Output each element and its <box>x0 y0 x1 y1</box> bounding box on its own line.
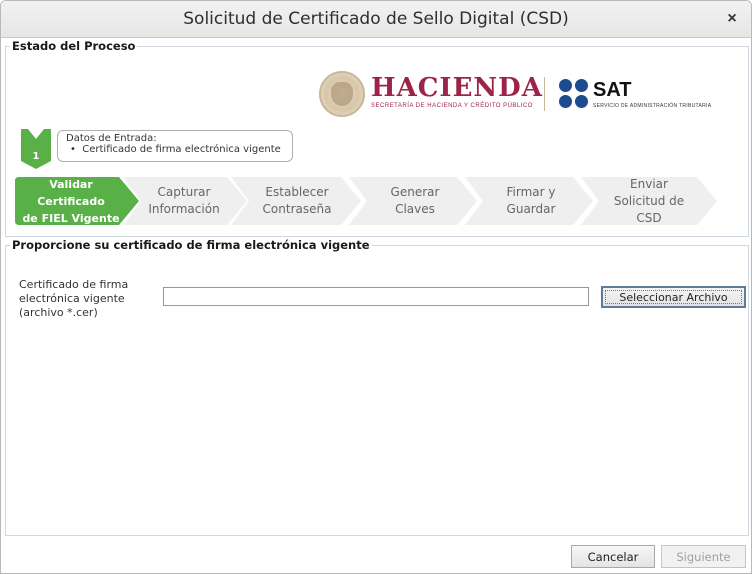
cancel-button[interactable]: Cancelar <box>571 545 655 568</box>
select-file-label: Seleccionar Archivo <box>619 290 728 304</box>
input-data-callout: Datos de Entrada: • Certificado de firma… <box>57 130 293 162</box>
step-label: Establecer Contraseña <box>262 185 332 216</box>
step-label: Validar Certificado de FIEL Vigente <box>22 177 120 225</box>
step-sign-and-save: Firmar y Guardar <box>465 177 593 225</box>
csd-request-dialog: Solicitud de Certificado de Sello Digita… <box>0 0 752 574</box>
certificate-file-field[interactable] <box>163 287 589 306</box>
hacienda-subtitle: SECRETARÍA DE HACIENDA Y CRÉDITO PÚBLICO <box>371 103 533 109</box>
callout-title: Datos de Entrada: <box>66 133 157 144</box>
window-title: Solicitud de Certificado de Sello Digita… <box>183 9 569 29</box>
callout-item-text: Certificado de firma electrónica vigente <box>82 144 281 155</box>
close-icon[interactable]: × <box>723 10 741 28</box>
certificate-input-title: Proporcione su certificado de firma elec… <box>12 238 370 252</box>
process-steps: Validar Certificado de FIEL Vigente Capt… <box>15 177 725 225</box>
step-label: Capturar Información <box>148 185 220 216</box>
sat-logo-icon <box>559 79 589 109</box>
title-bar[interactable]: Solicitud de Certificado de Sello Digita… <box>1 1 751 38</box>
sat-logo-text: SAT <box>593 79 632 101</box>
step-send-request: Enviar Solicitud de CSD <box>581 177 717 225</box>
mexico-seal-icon <box>319 71 365 117</box>
callout-item: • Certificado de firma electrónica vigen… <box>70 144 281 155</box>
government-logos: HACIENDA SECRETARÍA DE HACIENDA Y CRÉDIT… <box>319 71 719 121</box>
process-status-title: Estado del Proceso <box>12 39 136 53</box>
sat-subtitle: SERVICIO DE ADMINISTRACIÓN TRIBUTARIA <box>593 103 712 109</box>
next-button[interactable]: Siguiente <box>661 545 746 568</box>
step-validate-certificate: Validar Certificado de FIEL Vigente <box>15 177 139 225</box>
certificate-file-label: Certificado de firma electrónica vigente… <box>19 278 129 319</box>
step-capture-information: Capturar Información <box>123 177 247 225</box>
select-file-button[interactable]: Seleccionar Archivo <box>601 286 746 308</box>
step-generate-keys: Generar Claves <box>349 177 477 225</box>
logo-divider <box>544 77 545 111</box>
step-label: Generar Claves <box>390 185 440 216</box>
hacienda-logo-text: HACIENDA <box>371 73 543 103</box>
step-label: Enviar Solicitud de CSD <box>613 176 685 225</box>
step-badge-chevron-icon: 1 <box>21 129 51 169</box>
step-label: Firmar y Guardar <box>506 185 556 216</box>
current-step-badge: 1 <box>21 129 51 169</box>
step-set-password: Establecer Contraseña <box>231 177 361 225</box>
step-badge-number: 1 <box>33 151 40 162</box>
